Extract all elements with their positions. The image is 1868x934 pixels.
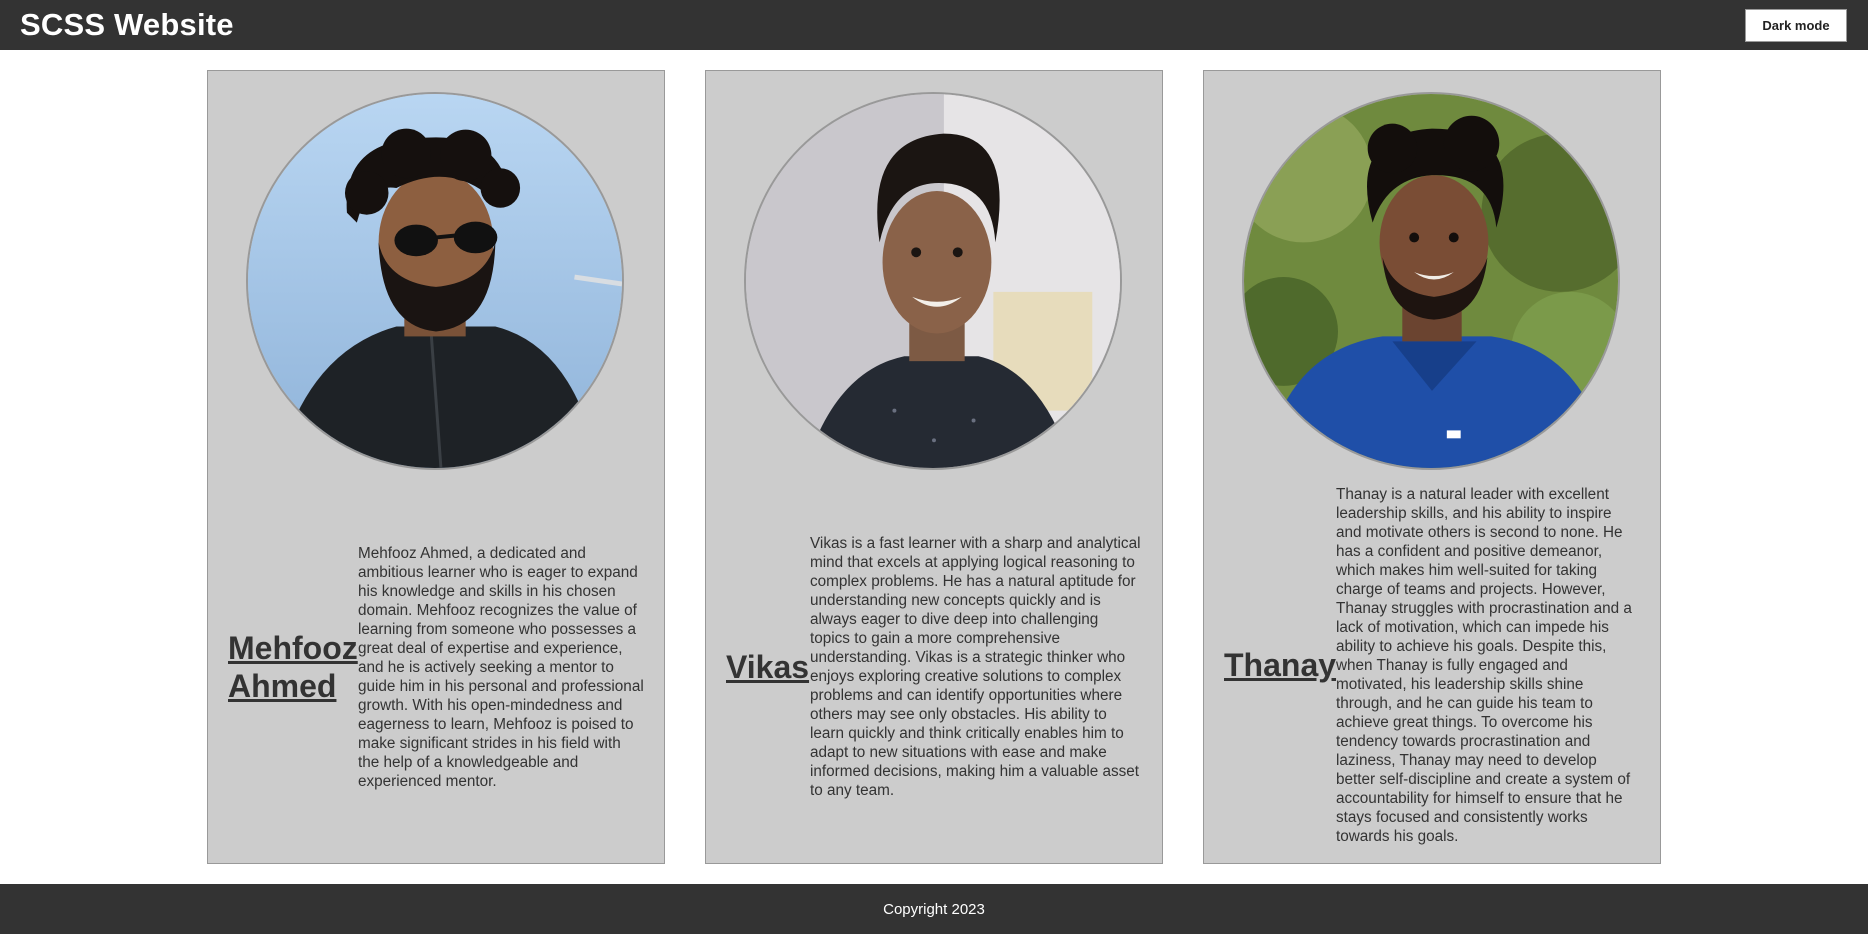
site-title: SCSS Website [20, 7, 234, 42]
profile-photo-vikas [744, 92, 1122, 470]
profile-cards: Mehfooz Ahmed Mehfooz Ahmed, a dedicated… [207, 70, 1661, 864]
profile-name[interactable]: Mehfooz Ahmed [228, 629, 358, 705]
profile-card-vikas: Vikas Vikas is a fast learner with a sha… [705, 70, 1163, 864]
profile-info: Mehfooz Ahmed Mehfooz Ahmed, a dedicated… [228, 471, 644, 863]
dark-mode-button[interactable]: Dark mode [1745, 8, 1847, 42]
profile-card-mehfooz: Mehfooz Ahmed Mehfooz Ahmed, a dedicated… [207, 70, 665, 864]
profile-name[interactable]: Vikas [726, 648, 810, 686]
copyright-text: Copyright 2023 [883, 900, 985, 918]
profile-bio: Vikas is a fast learner with a sharp and… [810, 535, 1141, 799]
profile-card-thanay: Thanay Thanay is a natural leader with e… [1203, 70, 1661, 864]
profile-info: Vikas Vikas is a fast learner with a sha… [726, 471, 1142, 863]
profile-photo-thanay [1242, 92, 1620, 470]
profile-bio: Thanay is a natural leader with excellen… [1336, 485, 1632, 845]
profile-bio: Mehfooz Ahmed, a dedicated and ambitious… [358, 544, 644, 790]
site-footer: Copyright 2023 [0, 884, 1868, 934]
profile-name[interactable]: Thanay [1224, 646, 1336, 684]
site-header: SCSS Website Dark mode [0, 0, 1868, 50]
profile-photo-mehfooz [246, 92, 624, 470]
profile-info: Thanay Thanay is a natural leader with e… [1224, 467, 1640, 863]
